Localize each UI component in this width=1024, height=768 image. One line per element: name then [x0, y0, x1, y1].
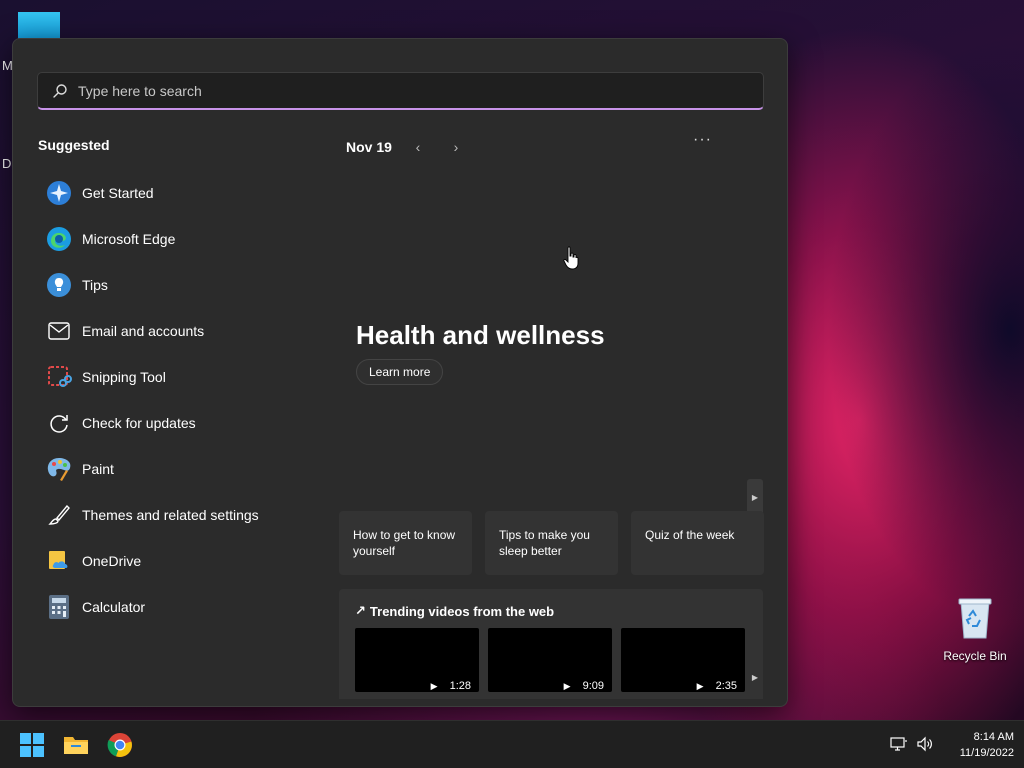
- feed-card[interactable]: Tips to make you sleep better: [485, 511, 618, 575]
- recycle-bin-icon: [958, 598, 992, 639]
- feed-date: Nov 19: [346, 139, 392, 155]
- video-duration: 9:09: [582, 680, 604, 692]
- suggested-item-label: Paint: [82, 461, 114, 477]
- chrome-icon[interactable]: [104, 729, 136, 761]
- feed-cards: How to get to know yourself Tips to make…: [339, 511, 764, 575]
- system-tray: [890, 735, 934, 753]
- chevron-left-icon[interactable]: ‹: [406, 137, 430, 157]
- suggested-item-themes-and-related-settings[interactable]: Themes and related settings: [45, 492, 325, 538]
- suggested-item-snipping-tool[interactable]: Snipping Tool: [45, 354, 325, 400]
- taskbar-clock[interactable]: 8:14 AM 11/19/2022: [940, 729, 1014, 761]
- suggested-item-paint[interactable]: Paint: [45, 446, 325, 492]
- suggested-item-label: Check for updates: [82, 415, 196, 431]
- trending-title: Trending videos from the web: [369, 603, 555, 619]
- play-icon: ▶: [430, 680, 438, 691]
- video-duration: 2:35: [715, 680, 737, 692]
- suggested-item-label: Get Started: [82, 185, 154, 201]
- start-menu: Suggested Get Started Microsoft Edge Tip…: [12, 38, 788, 707]
- trending-arrow-icon: ↗: [355, 603, 366, 618]
- video-duration-row: ▶ 9:09: [564, 680, 604, 692]
- hero-title: Health and wellness: [356, 320, 605, 350]
- clock-time: 8:14 AM: [973, 731, 1014, 743]
- hand-cursor-icon: [563, 246, 579, 270]
- scroll-right-icon[interactable]: ▶: [747, 479, 763, 515]
- suggested-item-label: Themes and related settings: [82, 507, 259, 523]
- snipping-tool-icon: [45, 363, 73, 391]
- suggested-item-check-for-updates[interactable]: Check for updates: [45, 400, 325, 446]
- suggested-item-label: Microsoft Edge: [82, 231, 176, 247]
- file-explorer-icon[interactable]: [60, 729, 92, 761]
- video-list: ▶ 1:28 ▶ 9:09 ▶ 2:35: [355, 628, 745, 692]
- recycle-bin-desktop-icon[interactable]: Recycle Bin: [942, 596, 1008, 663]
- learn-more-button[interactable]: Learn more: [356, 359, 444, 385]
- get-started-icon: [45, 179, 73, 207]
- more-options-icon[interactable]: ···: [693, 131, 712, 149]
- feed-date-nav: Nov 19 ‹ ›: [346, 137, 482, 157]
- tips-icon: [45, 271, 73, 299]
- suggested-item-email-and-accounts[interactable]: Email and accounts: [45, 308, 325, 354]
- trending-videos-panel: ↗ Trending videos from the web ▶ 1:28 ▶ …: [339, 589, 763, 699]
- mail-icon: [45, 317, 73, 345]
- windows-start-icon[interactable]: [16, 729, 48, 761]
- edge-icon: [45, 225, 73, 253]
- calculator-icon: [45, 593, 73, 621]
- feed-card[interactable]: Quiz of the week: [631, 511, 764, 575]
- paint-icon: [45, 455, 73, 483]
- suggested-item-microsoft-edge[interactable]: Microsoft Edge: [45, 216, 325, 262]
- chevron-right-icon[interactable]: ›: [444, 137, 468, 157]
- brush-icon: [45, 501, 73, 529]
- suggested-item-label: OneDrive: [82, 553, 142, 569]
- suggested-item-tips[interactable]: Tips: [45, 262, 325, 308]
- onedrive-icon: [45, 547, 73, 575]
- video-duration-row: ▶ 2:35: [697, 680, 737, 692]
- suggested-item-onedrive[interactable]: OneDrive: [45, 538, 325, 584]
- video-duration: 1:28: [449, 680, 471, 692]
- search-box[interactable]: [37, 72, 764, 110]
- video-duration-row: ▶ 1:28: [431, 680, 471, 692]
- suggested-list: Get Started Microsoft Edge Tips Email an…: [45, 170, 325, 630]
- scroll-right-icon[interactable]: ▶: [747, 673, 763, 682]
- video-thumbnail[interactable]: ▶ 9:09: [488, 628, 612, 692]
- recycle-bin-label: Recycle Bin: [943, 649, 1007, 663]
- suggested-item-label: Email and accounts: [82, 323, 205, 339]
- play-icon: ▶: [696, 680, 704, 691]
- suggested-item-label: Calculator: [82, 599, 146, 615]
- search-icon: [53, 83, 67, 98]
- network-icon[interactable]: [890, 735, 908, 753]
- suggested-item-calculator[interactable]: Calculator: [45, 584, 325, 630]
- suggested-item-get-started[interactable]: Get Started: [45, 170, 325, 216]
- clock-date: 11/19/2022: [959, 747, 1014, 759]
- suggested-heading: Suggested: [38, 137, 110, 153]
- taskbar: 8:14 AM 11/19/2022: [0, 720, 1024, 768]
- video-thumbnail[interactable]: ▶ 1:28: [355, 628, 479, 692]
- trending-title-row: ↗ Trending videos from the web: [355, 603, 554, 619]
- play-icon: ▶: [563, 680, 571, 691]
- video-thumbnail[interactable]: ▶ 2:35: [621, 628, 745, 692]
- feed-card[interactable]: How to get to know yourself: [339, 511, 472, 575]
- suggested-item-label: Tips: [82, 277, 108, 293]
- volume-icon[interactable]: [916, 735, 934, 753]
- search-input[interactable]: [78, 82, 678, 99]
- suggested-item-label: Snipping Tool: [82, 369, 166, 385]
- refresh-icon: [45, 409, 73, 437]
